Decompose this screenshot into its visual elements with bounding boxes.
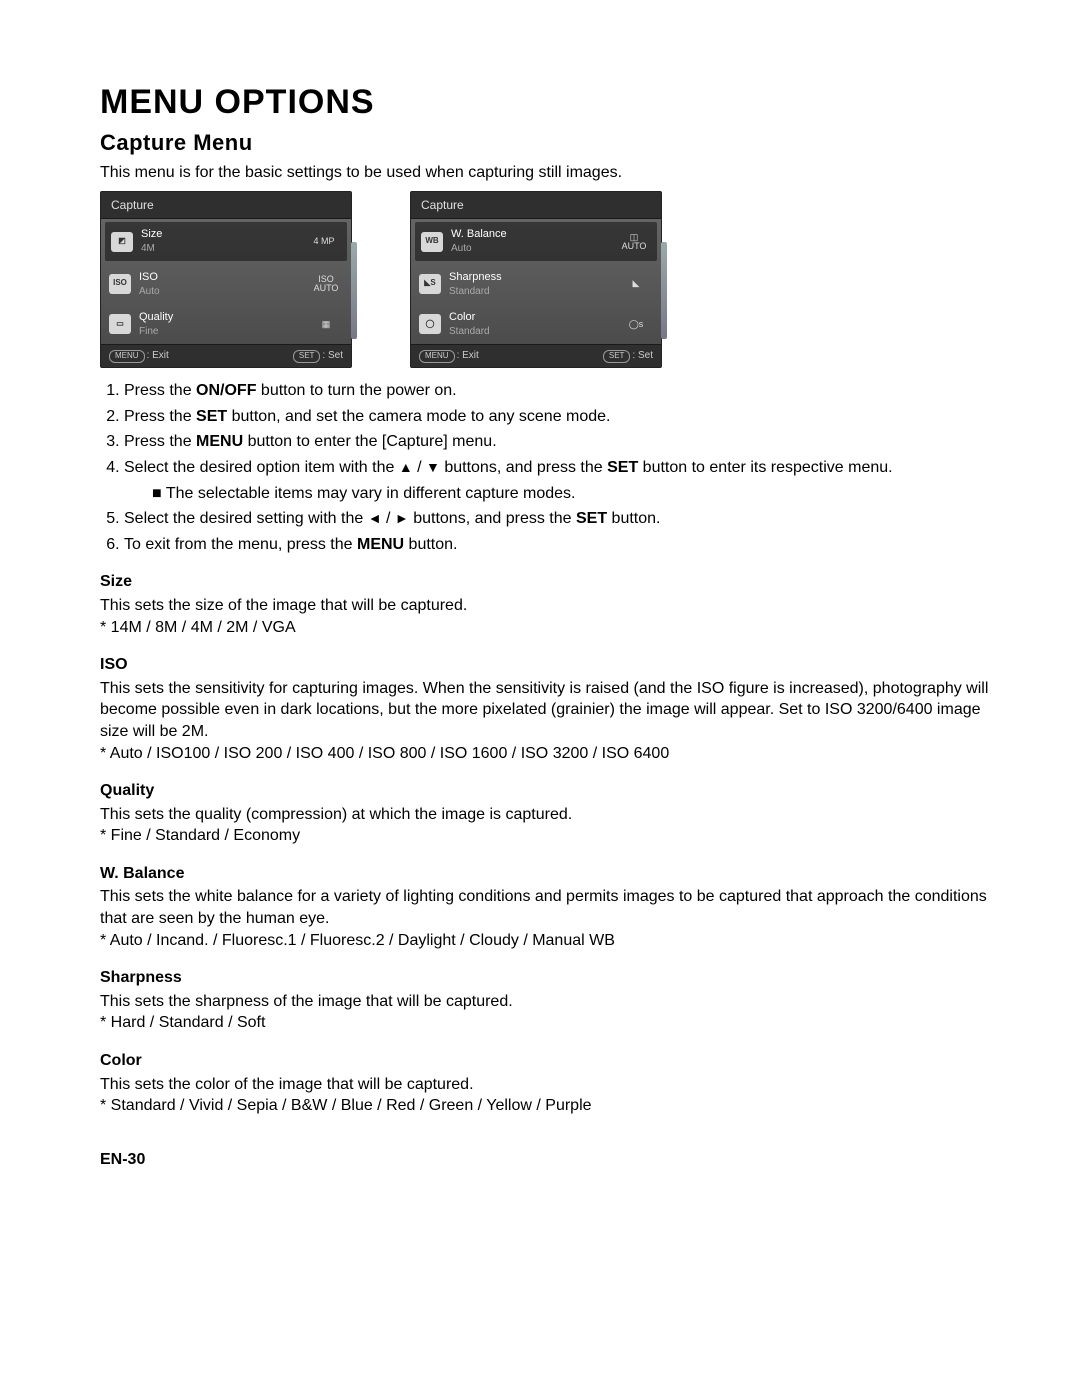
row-right-icon: ▦ <box>309 320 343 329</box>
left-arrow-icon: ◄ <box>368 510 382 526</box>
menu-row-sharpness: ◣S Sharpness Standard ◣ <box>411 264 661 304</box>
section-desc: This sets the color of the image that wi… <box>100 1074 990 1096</box>
section-desc: This sets the size of the image that wil… <box>100 595 990 617</box>
menu-chip-icon: MENU <box>109 350 145 363</box>
step-4: Select the desired option item with the … <box>124 457 990 504</box>
menu-chip-label: : Exit <box>147 350 169 361</box>
row-value: 4M <box>141 242 299 256</box>
section-opts: * Fine / Standard / Economy <box>100 825 990 847</box>
section-desc: This sets the sensitivity for capturing … <box>100 678 990 743</box>
row-right-icon: ◣ <box>619 279 653 288</box>
iso-icon: ISO <box>109 274 131 294</box>
color-icon: ◯ <box>419 314 441 334</box>
step-5: Select the desired setting with the ◄ / … <box>124 508 990 530</box>
row-value: Auto <box>139 285 301 299</box>
up-arrow-icon: ▲ <box>399 459 413 475</box>
set-chip-icon: SET <box>293 350 321 363</box>
section-heading-sharpness: Sharpness <box>100 967 990 989</box>
set-chip-icon: SET <box>603 350 631 363</box>
menu-row-quality: ▭ Quality Fine ▦ <box>101 304 351 344</box>
lcd-footer: MENU: Exit SET: Set <box>411 344 661 367</box>
size-icon: ◩ <box>111 232 133 252</box>
section-heading-size: Size <box>100 571 990 593</box>
row-name: ISO <box>139 270 301 285</box>
option-sections: Size This sets the size of the image tha… <box>100 571 990 1116</box>
menu-row-wb: WB W. Balance Auto ◫ AUTO <box>415 222 657 260</box>
row-name: Size <box>141 227 299 242</box>
step-3: Press the MENU button to enter the [Capt… <box>124 431 990 453</box>
intro-text: This menu is for the basic settings to b… <box>100 162 990 184</box>
menu-row-color: ◯ Color Standard ◯s <box>411 304 661 344</box>
row-right-icon: ◫ AUTO <box>617 233 651 251</box>
row-value: Standard <box>449 325 611 339</box>
wb-icon: WB <box>421 232 443 252</box>
step-6: To exit from the menu, press the MENU bu… <box>124 534 990 556</box>
section-desc: This sets the quality (compression) at w… <box>100 804 990 826</box>
set-chip-label: : Set <box>322 350 343 361</box>
row-right-icon: ISO AUTO <box>309 275 343 293</box>
lcd-screenshot-left: Capture ◩ Size 4M 4 MP ISO ISO Auto ISO … <box>100 191 352 368</box>
row-name: Sharpness <box>449 270 611 285</box>
sharpness-icon: ◣S <box>419 274 441 294</box>
section-title: Capture Menu <box>100 128 990 158</box>
row-right-icon: 4 MP <box>307 237 341 246</box>
instruction-list: Press the ON/OFF button to turn the powe… <box>100 380 990 555</box>
page-title: MENU OPTIONS <box>100 80 990 126</box>
section-opts: * 14M / 8M / 4M / 2M / VGA <box>100 617 990 639</box>
section-heading-wb: W. Balance <box>100 863 990 885</box>
section-desc: This sets the sharpness of the image tha… <box>100 991 990 1013</box>
section-opts: * Standard / Vivid / Sepia / B&W / Blue … <box>100 1095 990 1117</box>
page-number: EN-30 <box>100 1149 990 1171</box>
row-value: Fine <box>139 325 301 339</box>
step-4-sub: The selectable items may vary in differe… <box>152 483 990 505</box>
section-opts: * Hard / Standard / Soft <box>100 1012 990 1034</box>
scrollbar-hint <box>351 242 357 339</box>
down-arrow-icon: ▼ <box>426 459 440 475</box>
row-name: Color <box>449 310 611 325</box>
row-name: W. Balance <box>451 227 609 242</box>
set-chip-label: : Set <box>632 350 653 361</box>
screenshots-container: Capture ◩ Size 4M 4 MP ISO ISO Auto ISO … <box>100 191 990 368</box>
scrollbar-hint <box>661 242 667 339</box>
menu-chip-icon: MENU <box>419 350 455 363</box>
section-heading-color: Color <box>100 1050 990 1072</box>
right-arrow-icon: ► <box>395 510 409 526</box>
section-heading-quality: Quality <box>100 780 990 802</box>
quality-icon: ▭ <box>109 314 131 334</box>
section-opts: * Auto / Incand. / Fluoresc.1 / Fluoresc… <box>100 930 990 952</box>
section-heading-iso: ISO <box>100 654 990 676</box>
step-2: Press the SET button, and set the camera… <box>124 406 990 428</box>
lcd-header: Capture <box>411 192 661 219</box>
section-desc: This sets the white balance for a variet… <box>100 886 990 929</box>
menu-row-size: ◩ Size 4M 4 MP <box>105 222 347 260</box>
row-right-icon: ◯s <box>619 320 653 329</box>
menu-chip-label: : Exit <box>457 350 479 361</box>
lcd-footer: MENU: Exit SET: Set <box>101 344 351 367</box>
row-name: Quality <box>139 310 301 325</box>
step-1: Press the ON/OFF button to turn the powe… <box>124 380 990 402</box>
menu-row-iso: ISO ISO Auto ISO AUTO <box>101 264 351 304</box>
lcd-header: Capture <box>101 192 351 219</box>
row-value: Standard <box>449 285 611 299</box>
lcd-screenshot-right: Capture WB W. Balance Auto ◫ AUTO ◣S Sha… <box>410 191 662 368</box>
row-value: Auto <box>451 242 609 256</box>
section-opts: * Auto / ISO100 / ISO 200 / ISO 400 / IS… <box>100 743 990 765</box>
